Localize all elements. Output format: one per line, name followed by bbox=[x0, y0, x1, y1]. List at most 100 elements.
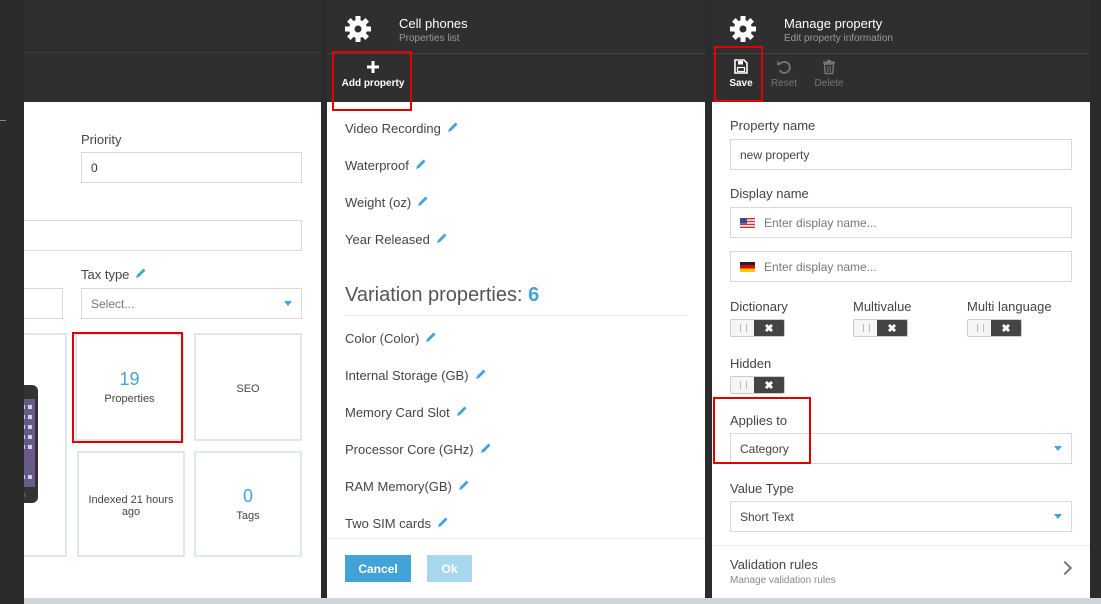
toggle-off-icon: ✖ bbox=[754, 377, 784, 393]
applies-to-label: Applies to bbox=[730, 413, 788, 428]
floppy-disk-icon bbox=[734, 59, 748, 74]
edit-pencil-icon[interactable] bbox=[436, 232, 448, 247]
tax-type-select[interactable]: Select... bbox=[81, 288, 302, 319]
phone-image bbox=[24, 385, 38, 503]
variation-property-item[interactable]: Internal Storage (GB) bbox=[345, 368, 487, 383]
edit-pencil-icon[interactable] bbox=[480, 442, 492, 457]
edit-pencil-icon[interactable] bbox=[417, 195, 429, 210]
blade-header: Cell phones Properties list Add property bbox=[327, 0, 705, 102]
property-name: Two SIM cards bbox=[345, 516, 431, 531]
variation-property-item[interactable]: Memory Card Slot bbox=[345, 405, 468, 420]
blade-header: Manage property Edit property informatio… bbox=[712, 0, 1090, 102]
us-flag-icon bbox=[740, 217, 755, 228]
property-name-value: new property bbox=[740, 147, 810, 162]
edit-pencil-icon[interactable] bbox=[425, 331, 437, 346]
property-name: Weight (oz) bbox=[345, 195, 412, 210]
properties-list-blade: Cell phones Properties list Add property… bbox=[327, 0, 705, 598]
text-input[interactable] bbox=[24, 220, 302, 251]
edit-pencil-icon[interactable] bbox=[135, 267, 147, 282]
add-property-button[interactable]: Add property bbox=[340, 58, 406, 96]
property-item[interactable]: Weight (oz) bbox=[345, 195, 429, 210]
variation-property-item[interactable]: Two SIM cards bbox=[345, 516, 449, 531]
display-name-en-input[interactable]: Enter display name... bbox=[730, 207, 1072, 238]
horizontal-scrollbar[interactable] bbox=[24, 598, 1101, 604]
undo-icon bbox=[777, 60, 791, 74]
blade-subtitle: Properties list bbox=[399, 33, 460, 44]
multi-language-toggle[interactable]: ✖ bbox=[967, 319, 1022, 337]
property-name-label: Property name bbox=[730, 118, 816, 133]
display-name-de-input[interactable]: Enter display name... bbox=[730, 251, 1072, 282]
gear-icon bbox=[730, 16, 756, 42]
properties-tile[interactable]: 19 Properties bbox=[75, 333, 184, 441]
edit-pencil-icon[interactable] bbox=[456, 405, 468, 420]
property-name: Processor Core (GHz) bbox=[345, 442, 474, 457]
left-dark-strip bbox=[0, 0, 24, 604]
tags-tile-label: Tags bbox=[236, 510, 260, 522]
applies-to-select[interactable]: Category bbox=[730, 433, 1072, 464]
property-item[interactable]: Video Recording bbox=[345, 121, 459, 136]
seo-tile-label: SEO bbox=[236, 382, 260, 395]
cancel-button[interactable]: Cancel bbox=[345, 555, 411, 582]
display-name-label: Display name bbox=[730, 186, 809, 201]
blade-subtitle: Edit property information bbox=[784, 33, 893, 44]
variation-property-item[interactable]: Color (Color) bbox=[345, 331, 437, 346]
variation-count: 6 bbox=[528, 284, 540, 306]
toggle-off-icon: ✖ bbox=[754, 320, 784, 336]
priority-label: Priority bbox=[81, 132, 122, 147]
save-label: Save bbox=[729, 78, 753, 89]
property-name: Waterproof bbox=[345, 158, 409, 173]
property-item[interactable]: Year Released bbox=[345, 232, 448, 247]
property-item[interactable]: Waterproof bbox=[345, 158, 427, 173]
edit-pencil-icon[interactable] bbox=[415, 158, 427, 173]
seo-tile[interactable]: SEO bbox=[194, 333, 302, 441]
variation-property-item[interactable]: Processor Core (GHz) bbox=[345, 442, 492, 457]
edit-pencil-icon[interactable] bbox=[437, 516, 449, 531]
blade-header bbox=[24, 0, 321, 102]
ok-button[interactable]: Ok bbox=[427, 555, 472, 582]
priority-input[interactable]: 0 bbox=[81, 152, 302, 183]
display-name-placeholder: Enter display name... bbox=[764, 259, 877, 274]
tax-type-label-row: Tax type bbox=[81, 267, 147, 282]
chevron-down-icon bbox=[1054, 514, 1062, 519]
tax-type-placeholder: Select... bbox=[91, 296, 135, 311]
delete-button[interactable]: Delete bbox=[804, 58, 854, 96]
tags-tile[interactable]: 0 Tags bbox=[194, 451, 302, 557]
edit-pencil-icon[interactable] bbox=[458, 479, 470, 494]
validation-rules-title: Validation rules bbox=[730, 557, 818, 572]
validation-rules-subtitle: Manage validation rules bbox=[730, 575, 836, 586]
gear-icon bbox=[345, 16, 371, 42]
chevron-down-icon bbox=[1054, 446, 1062, 451]
blade-title: Cell phones bbox=[399, 16, 468, 31]
value-type-label: Value Type bbox=[730, 481, 794, 496]
property-name-input[interactable]: new property bbox=[730, 139, 1072, 170]
chevron-down-icon bbox=[284, 301, 292, 306]
hidden-toggle[interactable]: ✖ bbox=[730, 376, 785, 394]
right-dark-strip bbox=[1090, 0, 1101, 604]
edit-pencil-icon[interactable] bbox=[447, 121, 459, 136]
divider bbox=[345, 315, 687, 316]
dictionary-label: Dictionary bbox=[730, 299, 788, 314]
indexed-tile[interactable]: Indexed 21 hours ago bbox=[77, 451, 185, 557]
display-name-placeholder: Enter display name... bbox=[764, 215, 877, 230]
property-name: Memory Card Slot bbox=[345, 405, 450, 420]
indexed-tile-label: Indexed 21 hours ago bbox=[88, 493, 174, 518]
delete-label: Delete bbox=[814, 78, 844, 89]
dictionary-toggle[interactable]: ✖ bbox=[730, 319, 785, 337]
property-name: Color (Color) bbox=[345, 331, 420, 346]
reset-button[interactable]: Reset bbox=[759, 58, 809, 96]
toggle-off-icon: ✖ bbox=[991, 320, 1021, 336]
partial-input[interactable] bbox=[24, 288, 63, 319]
product-image-tile[interactable] bbox=[24, 333, 67, 557]
multivalue-toggle[interactable]: ✖ bbox=[853, 319, 908, 337]
variation-property-item[interactable]: RAM Memory(GB) bbox=[345, 479, 470, 494]
value-type-select[interactable]: Short Text bbox=[730, 501, 1072, 532]
edit-pencil-icon[interactable] bbox=[475, 368, 487, 383]
priority-value: 0 bbox=[91, 160, 98, 175]
validation-rules-item[interactable]: Validation rules Manage validation rules bbox=[712, 545, 1090, 598]
toggle-off-icon: ✖ bbox=[877, 320, 907, 336]
plus-icon bbox=[367, 61, 379, 73]
variation-title: Variation properties: bbox=[345, 284, 523, 306]
applies-to-value: Category bbox=[740, 441, 789, 456]
property-name: Internal Storage (GB) bbox=[345, 368, 469, 383]
manage-property-blade: Manage property Edit property informatio… bbox=[712, 0, 1090, 598]
